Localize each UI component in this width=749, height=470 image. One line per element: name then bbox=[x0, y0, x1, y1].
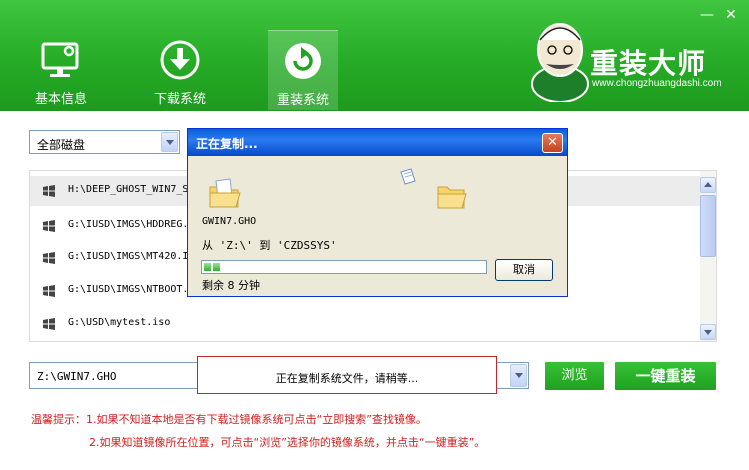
scroll-down-icon[interactable] bbox=[700, 324, 716, 340]
nav-download-system[interactable]: 下载系统 bbox=[145, 30, 215, 110]
dialog-title: 正在复制... bbox=[196, 137, 258, 151]
image-path-text: G:\IUSD\IMGS\MT420.I bbox=[68, 251, 189, 262]
mascot-icon bbox=[531, 23, 589, 102]
progress-block bbox=[213, 263, 220, 271]
copy-progress-bar bbox=[201, 260, 487, 274]
monitor-gear-icon bbox=[41, 42, 79, 77]
windows-logo-icon bbox=[43, 185, 55, 197]
windows-logo-icon bbox=[43, 285, 55, 297]
cancel-button[interactable]: 取消 bbox=[495, 259, 553, 281]
copy-progress-dialog: 正在复制... ✕ GWIN7.GHO 从 'Z:\' 到 'CZDSSYS' … bbox=[187, 128, 568, 297]
nav-label: 下载系统 bbox=[153, 92, 206, 107]
flying-document-icon bbox=[400, 168, 416, 185]
status-message: 正在复制系统文件，请稍等... bbox=[275, 372, 419, 385]
tip-line-2: 2.如果知道镜像所在位置，可点击“浏览”选择你的镜像系统，并点击“一键重装”。 bbox=[89, 436, 486, 449]
image-path-text: G:\USD\mytest.iso bbox=[68, 317, 171, 328]
chevron-down-icon[interactable] bbox=[510, 364, 527, 387]
destination-folder-icon bbox=[437, 186, 467, 209]
progress-fill bbox=[204, 263, 220, 271]
nav-reinstall-system[interactable]: 重装系统 bbox=[268, 30, 338, 110]
brand-url: www.chongzhuangdashi.com bbox=[592, 78, 722, 89]
windows-logo-icon bbox=[43, 220, 55, 232]
time-remaining: 剩余 8 分钟 bbox=[202, 279, 260, 292]
list-item[interactable]: G:\USD\mytest.iso bbox=[30, 309, 700, 339]
image-path-text: H:\DEEP_GHOST_WIN7_S bbox=[68, 184, 189, 195]
disk-filter-select[interactable]: 全部磁盘 bbox=[29, 130, 180, 154]
dialog-title-bar[interactable]: 正在复制... ✕ bbox=[188, 129, 567, 156]
source-folder-icon bbox=[209, 178, 241, 208]
image-path-value: Z:\GWIN7.GHO bbox=[37, 370, 117, 383]
disk-filter-value: 全部磁盘 bbox=[37, 138, 86, 152]
progress-block bbox=[204, 263, 211, 271]
browse-button[interactable]: 浏览 bbox=[545, 362, 604, 390]
dialog-close-icon[interactable]: ✕ bbox=[542, 133, 563, 153]
one-click-reinstall-button[interactable]: 一键重装 bbox=[615, 362, 716, 390]
brand-title: 重装大师 bbox=[590, 47, 707, 80]
chevron-down-icon[interactable] bbox=[161, 132, 178, 152]
copy-from-to: 从 'Z:\' 到 'CZDSSYS' bbox=[202, 239, 337, 252]
windows-logo-icon bbox=[43, 252, 55, 264]
scroll-thumb[interactable] bbox=[700, 195, 716, 257]
nav-basic-info[interactable]: 基本信息 bbox=[26, 30, 96, 110]
list-scrollbar[interactable] bbox=[700, 171, 716, 341]
app-header: — ✕ 基本信息 下载系统 重装系统 重装大师 www.chongzhuangd… bbox=[0, 0, 749, 111]
windows-logo-icon bbox=[43, 318, 55, 330]
copy-file-name: GWIN7.GHO bbox=[202, 216, 257, 227]
download-arrow-icon bbox=[160, 40, 200, 80]
scroll-up-icon[interactable] bbox=[700, 177, 716, 193]
brand-logo: 重装大师 www.chongzhuangdashi.com bbox=[530, 14, 740, 104]
image-path-text: G:\IUSD\IMGS\NTBOOT. bbox=[68, 284, 189, 295]
status-message-box: 正在复制系统文件，请稍等... bbox=[197, 356, 497, 394]
tip-line-1: 温馨提示：1.如果不知道本地是否有下载过镜像系统可点击“立即搜索”查找镜像。 bbox=[31, 413, 427, 426]
restore-arrow-icon bbox=[285, 43, 321, 79]
image-path-text: G:\IUSD\IMGS\HDDREG. bbox=[68, 219, 189, 230]
nav-label: 基本信息 bbox=[34, 92, 87, 107]
nav-label: 重装系统 bbox=[276, 93, 329, 108]
